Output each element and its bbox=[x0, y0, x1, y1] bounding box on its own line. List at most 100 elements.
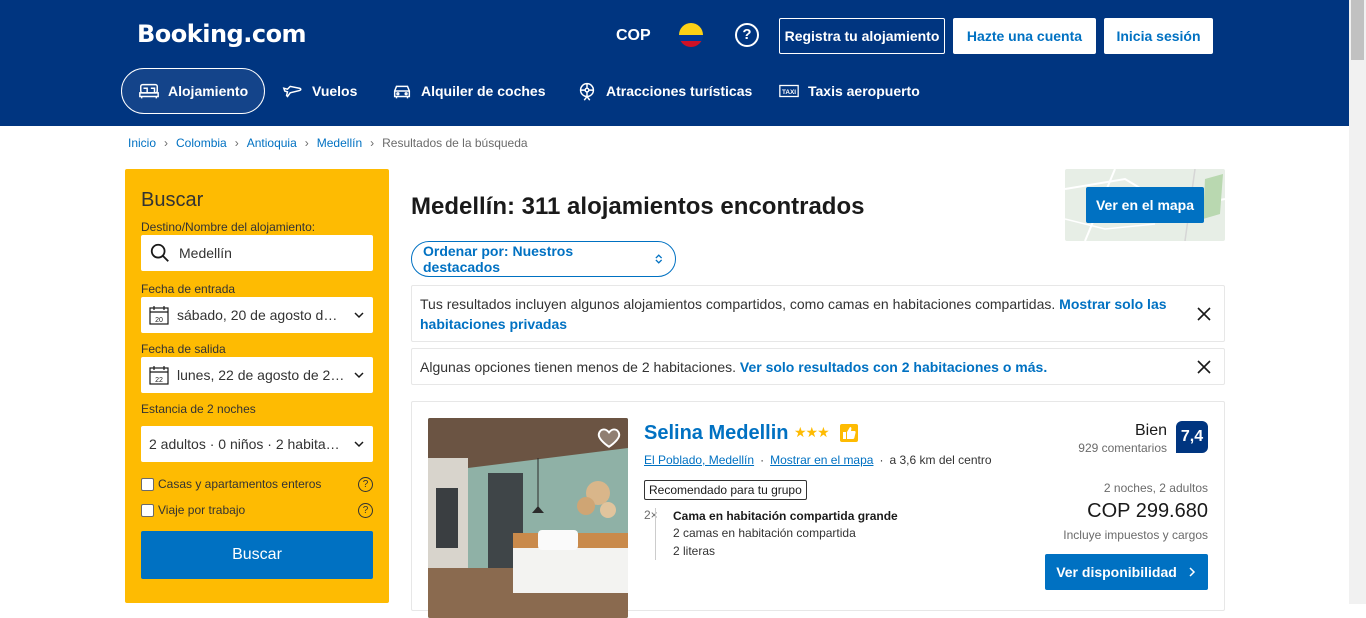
notice-text: Tus resultados incluyen algunos alojamie… bbox=[420, 296, 1060, 312]
notice-text: Algunas opciones tienen menos de 2 habit… bbox=[420, 359, 740, 375]
help-icon[interactable]: ? bbox=[735, 23, 759, 47]
chevron-right-icon: › bbox=[234, 136, 239, 150]
results-title: Medellín: 311 alojamientos encontrados bbox=[411, 193, 865, 220]
page-scrollbar[interactable] bbox=[1349, 0, 1366, 604]
rooms-count-notice: Algunas opciones tienen menos de 2 habit… bbox=[411, 348, 1225, 385]
show-on-map-button[interactable]: Ver en el mapa bbox=[1086, 187, 1204, 223]
breadcrumb-country[interactable]: Colombia bbox=[176, 136, 227, 150]
create-account-button[interactable]: Hazte una cuenta bbox=[953, 18, 1096, 54]
top-header: Booking.com COP ? Registra tu alojamient… bbox=[0, 0, 1366, 126]
info-icon[interactable]: ? bbox=[358, 476, 373, 492]
checkout-date-picker[interactable]: 22 lunes, 22 de agosto de 2022 bbox=[141, 357, 373, 393]
location-line: El Poblado, Medellín · Mostrar en el map… bbox=[644, 453, 992, 467]
checkbox-box[interactable] bbox=[141, 477, 154, 491]
currency-selector[interactable]: COP bbox=[616, 27, 651, 45]
guests-value: 2 adultos · 0 niños · 2 habitaciones bbox=[149, 436, 345, 452]
nav-tab-car-rentals[interactable]: Alquiler de coches bbox=[375, 68, 561, 114]
breadcrumb-current: Resultados de la búsqueda bbox=[382, 136, 528, 150]
review-score-badge[interactable]: 7,4 bbox=[1176, 421, 1208, 453]
bed-icon bbox=[139, 83, 159, 99]
chevron-right-icon: › bbox=[304, 136, 309, 150]
scrollbar-thumb[interactable] bbox=[1351, 0, 1364, 60]
nav-tab-label: Taxis aeropuerto bbox=[808, 83, 920, 99]
plane-icon bbox=[282, 85, 302, 98]
recommended-badge: Recomendado para tu grupo bbox=[644, 480, 807, 500]
attractions-icon bbox=[579, 82, 595, 101]
review-count: 929 comentarios bbox=[1078, 441, 1167, 455]
star-rating: ★★★ bbox=[794, 424, 830, 440]
info-icon[interactable]: ? bbox=[358, 502, 373, 518]
area-link[interactable]: El Poblado, Medellín bbox=[644, 453, 754, 467]
breadcrumb-city[interactable]: Medellín bbox=[317, 136, 362, 150]
colombia-flag-icon[interactable] bbox=[679, 23, 703, 47]
car-icon bbox=[393, 85, 411, 99]
destination-value: Medellín bbox=[179, 245, 232, 261]
close-icon[interactable] bbox=[1196, 359, 1212, 375]
checkin-date-picker[interactable]: 20 sábado, 20 de agosto de 2022 bbox=[141, 297, 373, 333]
register-property-button[interactable]: Registra tu alojamiento bbox=[779, 18, 945, 54]
svg-text:22: 22 bbox=[155, 377, 163, 384]
breadcrumb-region[interactable]: Antioquia bbox=[247, 136, 297, 150]
svg-text:20: 20 bbox=[155, 317, 163, 324]
checkbox-label: Casas y apartamentos enteros bbox=[158, 477, 322, 491]
room-info: Cama en habitación compartida grande 2 c… bbox=[655, 508, 898, 560]
close-icon[interactable] bbox=[1196, 306, 1212, 322]
nav-tab-attractions[interactable]: Atracciones turísticas bbox=[560, 68, 768, 114]
nav-tab-flights[interactable]: Vuelos bbox=[266, 68, 373, 114]
thumbs-up-icon bbox=[840, 424, 858, 442]
stay-length-label: Estancia de 2 noches bbox=[141, 402, 256, 416]
property-name[interactable]: Selina Medellin bbox=[644, 422, 788, 445]
chevron-right-icon bbox=[1189, 567, 1195, 577]
property-card: Selina Medellin ★★★ El Poblado, Medellín… bbox=[411, 401, 1225, 618]
search-panel: Buscar Destino/Nombre del alojamiento: M… bbox=[125, 169, 389, 603]
destination-label: Destino/Nombre del alojamiento: bbox=[141, 220, 316, 234]
nav-tab-stays[interactable]: Alojamiento bbox=[121, 68, 266, 114]
sign-in-button[interactable]: Inicia sesión bbox=[1104, 18, 1213, 54]
destination-input[interactable]: Medellín bbox=[141, 235, 373, 271]
search-title: Buscar bbox=[141, 189, 204, 211]
chevron-down-icon bbox=[354, 312, 364, 319]
breadcrumb-home[interactable]: Inicio bbox=[128, 136, 156, 150]
room-title: Cama en habitación compartida grande bbox=[673, 509, 898, 523]
checkout-label: Fecha de salida bbox=[141, 342, 226, 356]
show-on-map-link[interactable]: Mostrar en el mapa bbox=[770, 453, 873, 467]
taxes-note: Incluye impuestos y cargos bbox=[1063, 528, 1208, 542]
room-detail: 2 camas en habitación compartida bbox=[673, 526, 856, 540]
distance-text: a 3,6 km del centro bbox=[889, 453, 992, 467]
property-photo[interactable] bbox=[428, 418, 628, 618]
checkout-value: lunes, 22 de agosto de 2022 bbox=[177, 367, 345, 383]
search-icon bbox=[150, 243, 169, 262]
review-score-word: Bien bbox=[1134, 422, 1167, 439]
nav-tab-label: Alquiler de coches bbox=[421, 83, 546, 99]
nav-tab-airport-taxis[interactable]: TAXI Taxis aeropuerto bbox=[762, 68, 936, 114]
sort-dropdown[interactable]: Ordenar por: Nuestros destacados bbox=[411, 241, 676, 277]
search-button[interactable]: Buscar bbox=[141, 531, 373, 579]
see-availability-button[interactable]: Ver disponibilidad bbox=[1045, 554, 1208, 590]
two-rooms-link[interactable]: Ver solo resultados con 2 habitaciones o… bbox=[740, 359, 1047, 375]
checkbox-box[interactable] bbox=[141, 503, 154, 517]
nav-tab-label: Atracciones turísticas bbox=[606, 83, 753, 99]
shared-rooms-notice: Tus resultados incluyen algunos alojamie… bbox=[411, 285, 1225, 342]
breadcrumb: Inicio › Colombia › Antioquia › Medellín… bbox=[128, 136, 528, 150]
guests-selector[interactable]: 2 adultos · 0 niños · 2 habitaciones bbox=[141, 426, 373, 462]
map-thumbnail[interactable]: Ver en el mapa bbox=[1065, 169, 1225, 241]
calendar-icon: 20 bbox=[149, 306, 169, 325]
booking-logo[interactable]: Booking.com bbox=[137, 20, 307, 48]
room-detail: 2 literas bbox=[673, 544, 716, 558]
entire-homes-checkbox[interactable]: Casas y apartamentos enteros ? bbox=[141, 476, 373, 492]
button-label: Ver disponibilidad bbox=[1056, 564, 1177, 580]
chevron-down-icon bbox=[354, 441, 364, 448]
heart-icon[interactable] bbox=[596, 424, 622, 450]
chevron-right-icon: › bbox=[370, 136, 375, 150]
chevron-down-icon bbox=[354, 372, 364, 379]
checkin-label: Fecha de entrada bbox=[141, 282, 236, 296]
checkbox-label: Viaje por trabajo bbox=[158, 503, 246, 517]
checkin-value: sábado, 20 de agosto de 2022 bbox=[177, 307, 345, 323]
work-travel-checkbox[interactable]: Viaje por trabajo ? bbox=[141, 502, 373, 518]
nav-tab-label: Vuelos bbox=[312, 83, 358, 99]
sort-label: Ordenar por: Nuestros destacados bbox=[423, 243, 574, 275]
sort-arrows-icon bbox=[654, 254, 662, 264]
chevron-right-icon: › bbox=[164, 136, 169, 150]
price: COP 299.680 bbox=[1087, 500, 1208, 522]
taxi-icon: TAXI bbox=[779, 84, 799, 98]
